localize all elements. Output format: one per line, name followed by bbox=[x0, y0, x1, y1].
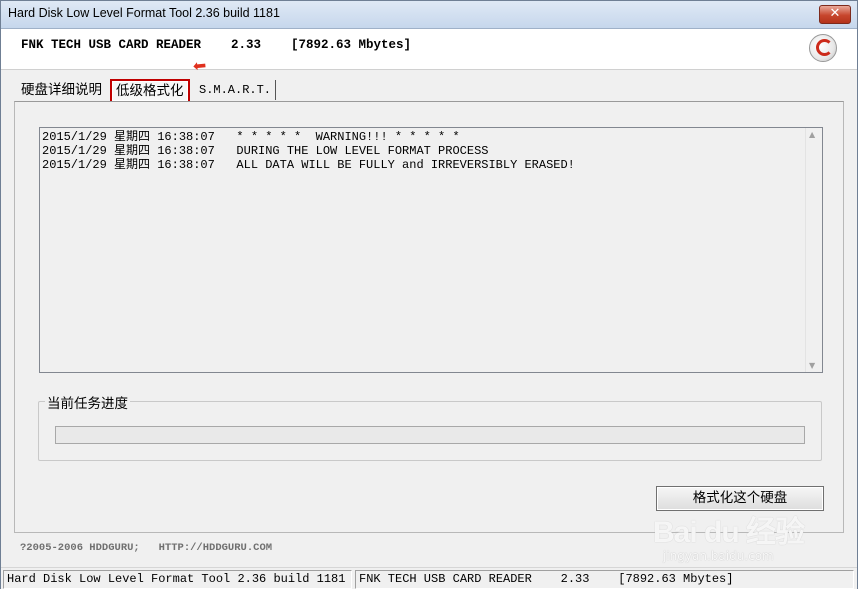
status-app-info: Hard Disk Low Level Format Tool 2.36 bui… bbox=[3, 570, 352, 589]
baidu-watermark-url: jingyan.baidu.com bbox=[663, 549, 774, 563]
tab-low-level-format[interactable]: 低级格式化 bbox=[110, 79, 190, 103]
tab-smart[interactable]: S.M.A.R.T. bbox=[199, 80, 277, 100]
copyright-text: ?2005-2006 HDDGURU; HTTP://HDDGURU.COM bbox=[20, 542, 273, 554]
window-title: Hard Disk Low Level Format Tool 2.36 bui… bbox=[8, 6, 280, 20]
log-lines: 2015/1/29 星期四 16:38:07 * * * * * WARNING… bbox=[42, 130, 575, 172]
app-window: Hard Disk Low Level Format Tool 2.36 bui… bbox=[0, 0, 858, 589]
log-box[interactable]: 2015/1/29 星期四 16:38:07 * * * * * WARNING… bbox=[39, 127, 823, 373]
scroll-up-icon[interactable]: ▲ bbox=[809, 130, 815, 139]
log-line: 2015/1/29 星期四 16:38:07 ALL DATA WILL BE … bbox=[42, 158, 575, 172]
status-bar: Hard Disk Low Level Format Tool 2.36 bui… bbox=[1, 567, 857, 589]
scroll-down-icon[interactable]: ▼ bbox=[809, 361, 815, 370]
title-bar[interactable]: Hard Disk Low Level Format Tool 2.36 bui… bbox=[1, 1, 857, 29]
log-line: 2015/1/29 星期四 16:38:07 DURING THE LOW LE… bbox=[42, 144, 489, 158]
progress-label: 当前任务进度 bbox=[45, 392, 130, 412]
log-scrollbar[interactable]: ▲ ▼ bbox=[805, 128, 822, 372]
device-header: FNK TECH USB CARD READER 2.33 [7892.63 M… bbox=[1, 29, 857, 70]
log-line: 2015/1/29 星期四 16:38:07 * * * * * WARNING… bbox=[42, 130, 460, 144]
status-device-info: FNK TECH USB CARD READER 2.33 [7892.63 M… bbox=[355, 570, 854, 589]
tab-disk-details[interactable]: 硬盘详细说明 bbox=[21, 80, 102, 100]
device-info: FNK TECH USB CARD READER 2.33 [7892.63 M… bbox=[21, 38, 412, 52]
baidu-watermark: Bai du 经验 bbox=[653, 516, 805, 549]
app-logo-icon bbox=[809, 34, 837, 62]
progress-group: 当前任务进度 bbox=[38, 392, 822, 461]
close-button[interactable]: ✕ bbox=[819, 5, 851, 24]
progress-bar bbox=[55, 426, 805, 444]
tab-panel: 2015/1/29 星期四 16:38:07 * * * * * WARNING… bbox=[14, 101, 844, 533]
